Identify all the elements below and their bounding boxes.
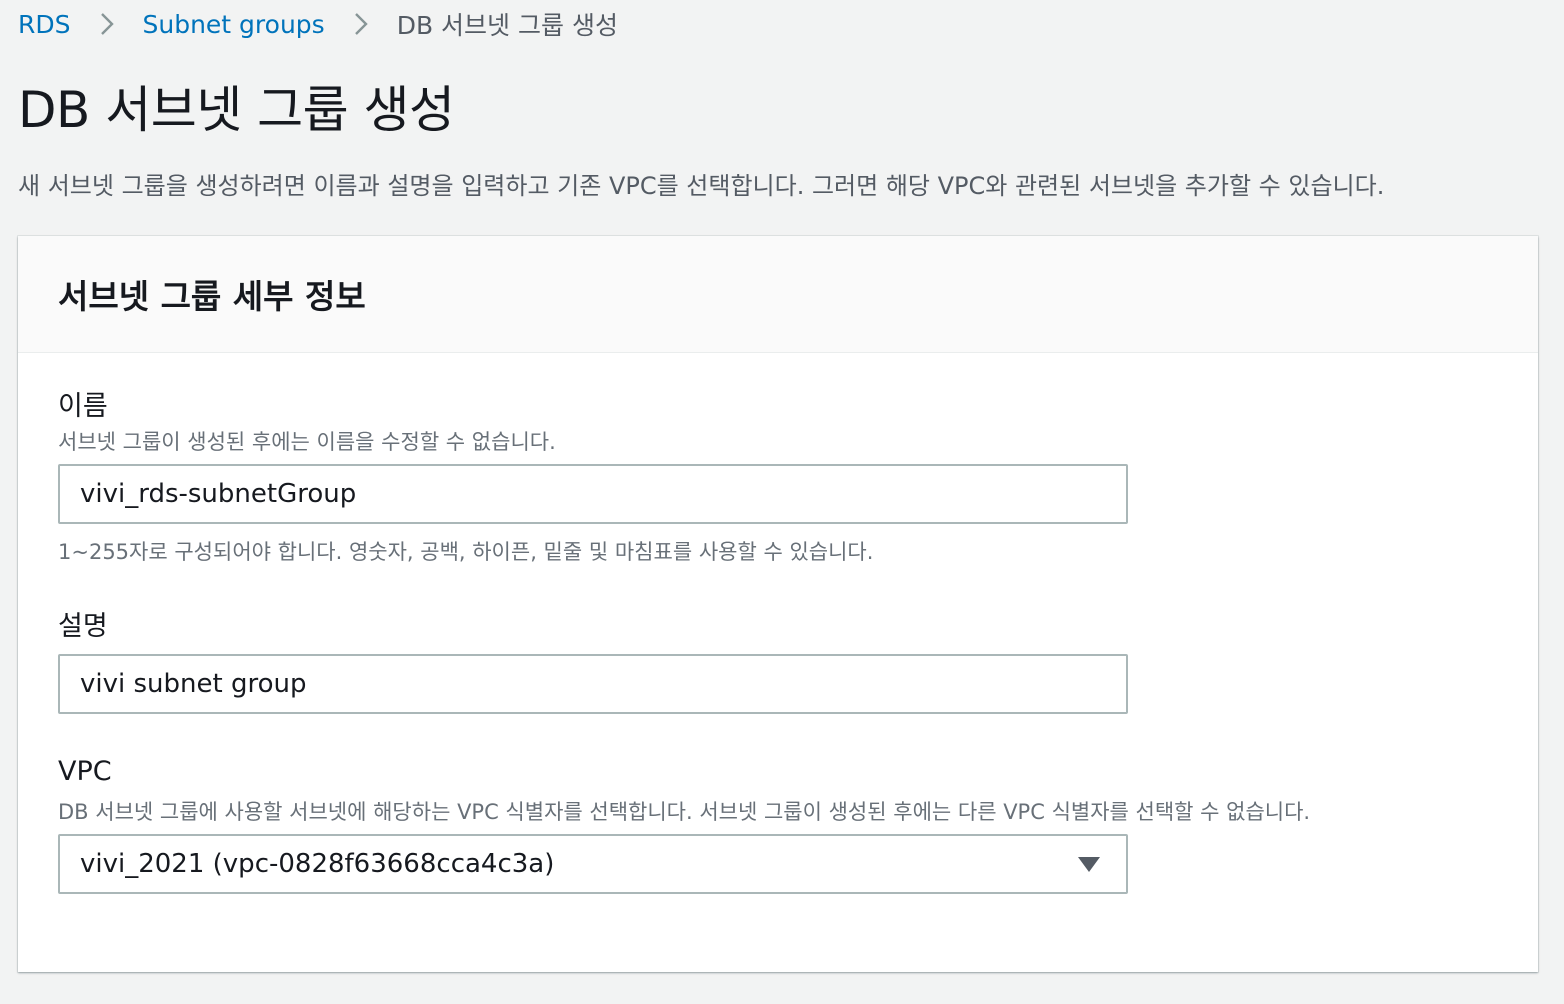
name-description: 서브넷 그룹이 생성된 후에는 이름을 수정할 수 없습니다.	[58, 430, 556, 454]
chevron-right-icon	[71, 6, 143, 42]
panel-title: 서브넷 그룹 세부 정보	[58, 277, 366, 316]
name-constraint-text: 1~255자로 구성되어야 합니다. 영숫자, 공백, 하이픈, 밑줄 및 마침…	[58, 540, 874, 564]
description-label: 설명	[58, 611, 108, 642]
vpc-selected-value: vivi_2021 (vpc-0828f63668cca4c3a)	[80, 849, 555, 879]
vpc-description: DB 서브넷 그룹에 사용할 서브넷에 해당하는 VPC 식별자를 선택합니다.…	[58, 800, 1311, 824]
breadcrumb-link-rds[interactable]: RDS	[18, 10, 71, 39]
name-label: 이름	[58, 391, 108, 422]
description-input[interactable]	[58, 654, 1128, 714]
subnet-group-details-panel: 서브넷 그룹 세부 정보 이름 서브넷 그룹이 생성된 후에는 이름을 수정할 …	[18, 236, 1538, 972]
vpc-select[interactable]: vivi_2021 (vpc-0828f63668cca4c3a)	[58, 834, 1128, 894]
breadcrumb-current: DB 서브넷 그룹 생성	[396, 11, 618, 40]
breadcrumb: RDS Subnet groups DB 서브넷 그룹 생성	[18, 6, 618, 42]
page-title: DB 서브넷 그룹 생성	[18, 81, 455, 139]
caret-down-icon	[1078, 856, 1100, 872]
page-description: 새 서브넷 그룹을 생성하려면 이름과 설명을 입력하고 기존 VPC를 선택합…	[18, 172, 1385, 200]
chevron-right-icon	[325, 6, 397, 42]
panel-header: 서브넷 그룹 세부 정보	[18, 236, 1538, 353]
name-input[interactable]	[58, 464, 1128, 524]
breadcrumb-link-subnet-groups[interactable]: Subnet groups	[143, 10, 325, 39]
vpc-label: VPC	[58, 756, 112, 787]
